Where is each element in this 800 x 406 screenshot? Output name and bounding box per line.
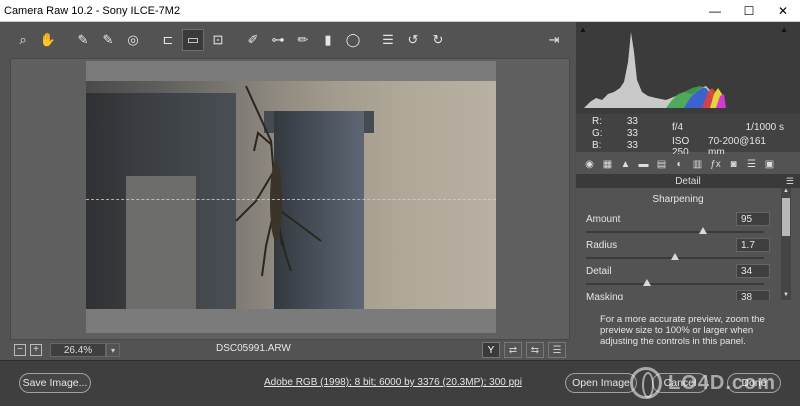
scrollbar-thumb[interactable] <box>782 198 790 236</box>
spot-removal-tool-icon[interactable]: ✐ <box>242 29 264 51</box>
rotate-right-icon[interactable]: ↻ <box>427 29 449 51</box>
lo4d-watermark: LO4D.com <box>630 362 800 404</box>
zoom-level-field[interactable]: 26.4% <box>50 343 106 357</box>
hand-tool-icon[interactable]: ✋ <box>37 29 59 51</box>
slider-masking: Masking 38 <box>584 290 774 300</box>
slider-label: Masking <box>586 292 624 300</box>
histogram: ▲ ▲ <box>576 22 800 114</box>
close-button[interactable]: ✕ <box>766 0 800 22</box>
color-sampler-tool-icon[interactable]: ✎ <box>97 29 119 51</box>
slider-thumb[interactable] <box>642 279 651 286</box>
slider-value-field[interactable]: 38 <box>736 290 770 300</box>
slider-track[interactable] <box>586 231 764 233</box>
swap-settings-icon[interactable]: ⇄ <box>504 342 522 358</box>
rotate-left-icon[interactable]: ↺ <box>402 29 424 51</box>
window-titlebar: Camera Raw 10.2 - Sony ILCE-7M2 — ☐ ✕ <box>0 0 800 22</box>
zoom-tool-icon[interactable]: ⌕ <box>12 29 34 51</box>
image-preview[interactable] <box>10 58 570 340</box>
mantis-silhouette <box>235 85 322 277</box>
straighten-guide-line <box>86 199 496 200</box>
panel-header: Detail ☰ <box>576 174 800 188</box>
workflow-options-link[interactable]: Adobe RGB (1998); 8 bit; 6000 by 3376 (2… <box>264 377 522 388</box>
crop-overlay-bottom <box>86 309 496 333</box>
slider-label: Detail <box>586 266 612 277</box>
globe-icon <box>630 367 662 399</box>
watermark-text: LO4D.com <box>668 371 777 394</box>
shadow-clipping-icon[interactable]: ▲ <box>579 25 587 34</box>
slider-amount: Amount 95 <box>584 212 774 240</box>
radial-filter-icon[interactable]: ◯ <box>342 29 364 51</box>
zoom-in-button[interactable]: + <box>30 344 42 356</box>
basic-tab-icon[interactable]: ◉ <box>582 157 597 172</box>
toggle-settings-icon[interactable]: ☰ <box>548 342 566 358</box>
aperture-value: f/4 <box>672 122 684 133</box>
slider-label: Radius <box>586 240 618 251</box>
panel-scrollbar[interactable]: ▲ ▼ <box>781 188 791 300</box>
sharpening-section-title: Sharpening <box>652 194 704 205</box>
red-eye-removal-icon[interactable]: ⊶ <box>267 29 289 51</box>
before-after-y-button[interactable]: Y <box>482 342 500 358</box>
tool-bar: ⌕ ✋ ✎ ✎ ◎ ⊏ ▭ ⊡ ✐ ⊶ ✏ ▮ ◯ ☰ ↺ ↻ <box>0 22 576 58</box>
slider-value-field[interactable]: 95 <box>736 212 770 226</box>
hsl-tab-icon[interactable]: ▬ <box>636 157 651 172</box>
preview-status-bar: − + 26.4% ▾ DSC05991.ARW Y ⇄ ⇆ ☰ <box>10 340 570 360</box>
slider-thumb[interactable] <box>671 253 679 260</box>
shutter-value: 1/1000 s <box>745 122 784 133</box>
lens-corrections-tab-icon[interactable]: ◐ <box>672 157 687 172</box>
minimize-button[interactable]: — <box>698 0 732 22</box>
white-balance-tool-icon[interactable]: ✎ <box>72 29 94 51</box>
zoom-out-button[interactable]: − <box>14 344 26 356</box>
zoom-note-text: For a more accurate preview, zoom the pr… <box>576 300 800 358</box>
preferences-icon[interactable]: ☰ <box>377 29 399 51</box>
r-value: 33 <box>626 116 638 127</box>
snapshots-tab-icon[interactable]: ▣ <box>762 157 777 172</box>
filename-label: DSC05991.ARW <box>216 343 291 354</box>
detail-panel: Sharpening Amount 95 Radius 1.7 Detail 34 Mask… <box>576 188 780 300</box>
crop-overlay-top <box>86 61 496 81</box>
open-image-button[interactable]: Open Image <box>565 373 637 393</box>
camera-calibration-tab-icon[interactable]: ◙ <box>726 157 741 172</box>
panel-title: Detail <box>675 175 701 187</box>
crop-tool-icon[interactable]: ⊏ <box>157 29 179 51</box>
slider-detail: Detail 34 <box>584 264 774 292</box>
r-label: R: <box>592 116 602 127</box>
transform-tool-icon[interactable]: ⊡ <box>207 29 229 51</box>
photo-mantis-image[interactable] <box>86 81 496 309</box>
detail-tab-icon[interactable]: ▲ <box>618 157 633 172</box>
save-image-button[interactable]: Save Image... <box>19 373 91 393</box>
targeted-adjustment-tool-icon[interactable]: ◎ <box>122 29 144 51</box>
slider-radius: Radius 1.7 <box>584 238 774 266</box>
split-toning-tab-icon[interactable]: ▤ <box>654 157 669 172</box>
g-value: 33 <box>626 128 638 139</box>
transform-tab-icon[interactable]: ▥ <box>690 157 705 172</box>
slider-value-field[interactable]: 1.7 <box>736 238 770 252</box>
presets-tab-icon[interactable]: ☰ <box>744 157 759 172</box>
copy-settings-icon[interactable]: ⇆ <box>526 342 544 358</box>
open-photoshop-exit-icon[interactable]: ⇥ <box>544 30 564 50</box>
slider-value-field[interactable]: 34 <box>736 264 770 278</box>
straighten-tool-icon[interactable]: ▭ <box>182 29 204 51</box>
panel-menu-icon[interactable]: ☰ <box>786 176 794 187</box>
highlight-clipping-icon[interactable]: ▲ <box>780 25 788 34</box>
window-title: Camera Raw 10.2 - Sony ILCE-7M2 <box>4 4 181 17</box>
g-label: G: <box>592 128 603 139</box>
slider-label: Amount <box>586 214 621 225</box>
b-label: B: <box>592 140 602 151</box>
effects-tab-icon[interactable]: ƒx <box>708 157 723 172</box>
b-value: 33 <box>626 140 638 151</box>
panel-tab-strip: ◉ ▦ ▲ ▬ ▤ ◐ ▥ ƒx ◙ ☰ ▣ <box>576 154 800 174</box>
maximize-button[interactable]: ☐ <box>732 0 766 22</box>
graduated-filter-icon[interactable]: ▮ <box>317 29 339 51</box>
histogram-graph <box>584 32 726 108</box>
view-buttons: Y ⇄ ⇆ ☰ <box>478 342 566 358</box>
info-readout: R: 33 G: 33 B: 33 f/4 1/1000 s ISO 250 70-2… <box>576 114 800 158</box>
tone-curve-tab-icon[interactable]: ▦ <box>600 157 615 172</box>
scroll-up-icon[interactable]: ▲ <box>781 188 791 196</box>
slider-thumb[interactable] <box>699 227 708 234</box>
zoom-dropdown-icon[interactable]: ▾ <box>106 343 120 357</box>
scroll-down-icon[interactable]: ▼ <box>781 292 791 300</box>
adjustment-brush-icon[interactable]: ✏ <box>292 29 314 51</box>
slider-track[interactable] <box>586 283 764 285</box>
